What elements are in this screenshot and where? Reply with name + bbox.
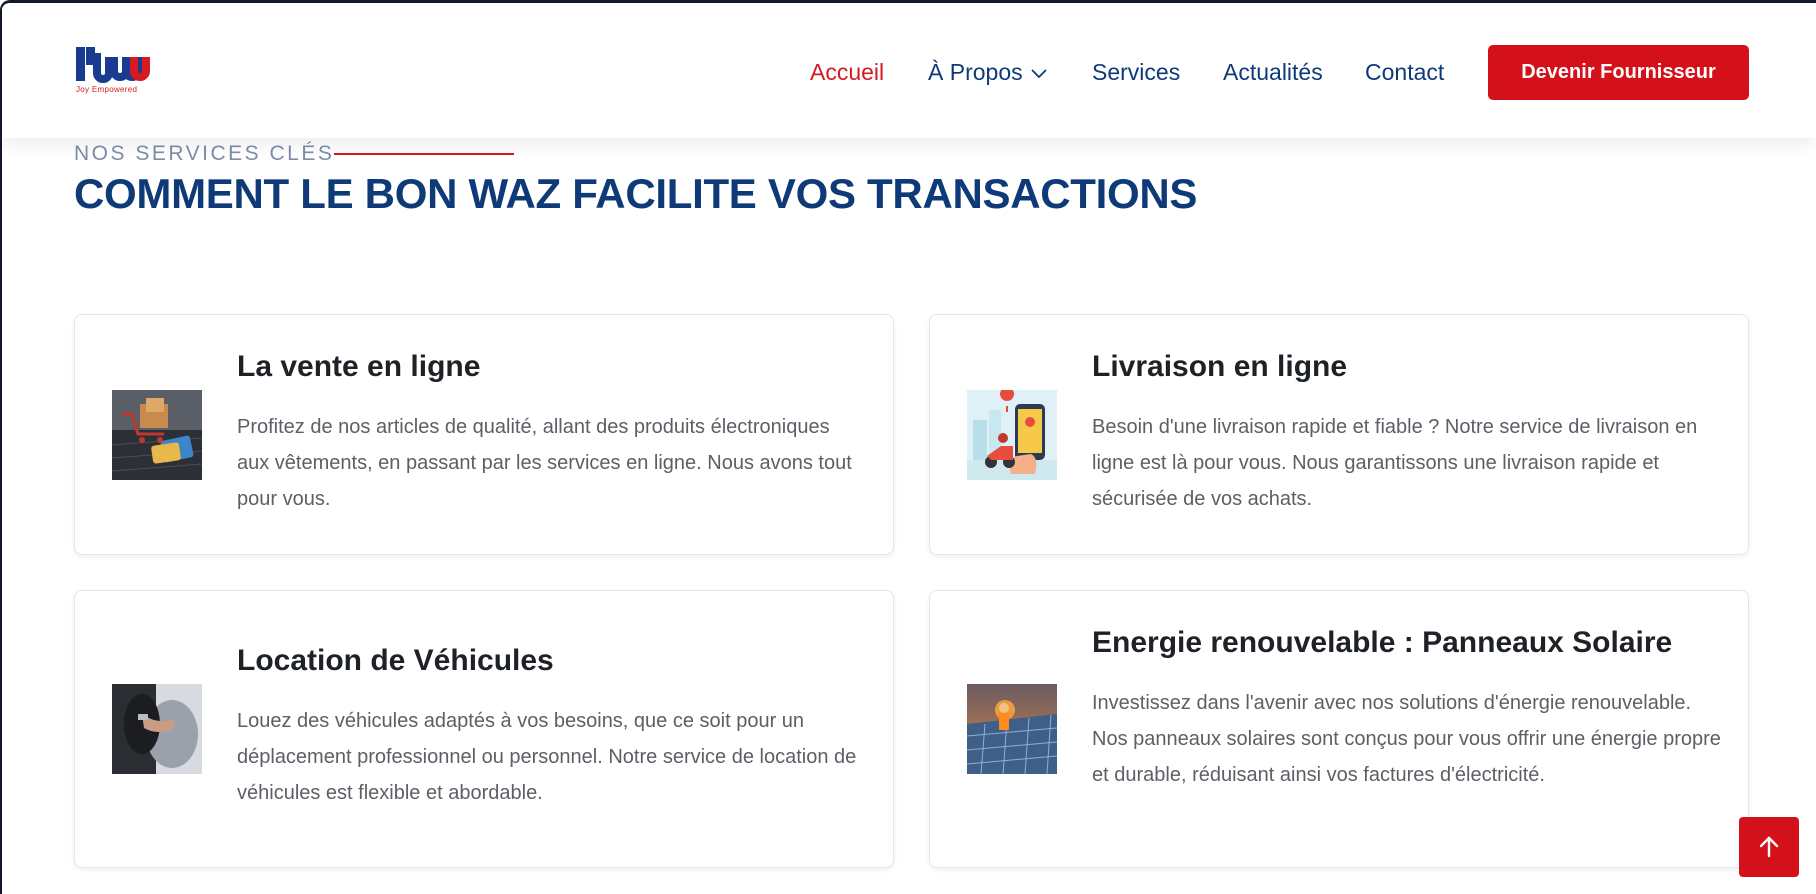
card-text: Besoin d'une livraison rapide et fiable … bbox=[1092, 416, 1698, 510]
nav-item-contact[interactable]: Contact bbox=[1365, 57, 1444, 87]
service-card-online-delivery[interactable]: Livraison en ligne Besoin d'une livraiso… bbox=[929, 314, 1749, 555]
card-title: Energie renouvelable : Panneaux Solaire bbox=[1092, 626, 1673, 659]
become-supplier-button[interactable]: Devenir Fournisseur bbox=[1488, 45, 1749, 100]
section-eyebrow: NOS SERVICES CLÉS bbox=[74, 142, 335, 165]
back-to-top-button[interactable] bbox=[1739, 817, 1799, 877]
delivery-image bbox=[967, 390, 1057, 480]
nav-item-accueil[interactable]: Accueil bbox=[810, 57, 884, 87]
arrow-up-icon bbox=[1759, 836, 1779, 858]
nav-item-a-propos-label: À Propos bbox=[928, 59, 1023, 85]
nav-item-actualites[interactable]: Actualités bbox=[1223, 57, 1323, 87]
service-card-renewable-energy[interactable]: Energie renouvelable : Panneaux Solaire … bbox=[929, 590, 1749, 868]
section-title: COMMENT LE BON WAZ FACILITE VOS TRANSACT… bbox=[74, 170, 1198, 217]
page-frame: Joy Empowered Accueil À Propos Services … bbox=[0, 0, 1816, 894]
car-rental-image bbox=[112, 684, 202, 774]
nav-item-services[interactable]: Services bbox=[1092, 57, 1180, 87]
card-title: Location de Véhicules bbox=[237, 644, 554, 677]
service-card-online-sales[interactable]: La vente en ligne Profitez de nos articl… bbox=[74, 314, 894, 555]
card-text: Profitez de nos articles de qualité, all… bbox=[237, 416, 852, 510]
nav-item-a-propos[interactable]: À Propos bbox=[928, 57, 1047, 87]
online-shopping-image bbox=[112, 390, 202, 480]
service-card-vehicle-rental[interactable]: Location de Véhicules Louez des véhicule… bbox=[74, 590, 894, 868]
card-text: Investissez dans l'avenir avec nos solut… bbox=[1092, 692, 1721, 786]
eyebrow-divider bbox=[334, 153, 514, 155]
card-title: La vente en ligne bbox=[237, 350, 481, 383]
site-header: Joy Empowered Accueil À Propos Services … bbox=[2, 3, 1816, 138]
solar-panel-image bbox=[967, 684, 1057, 774]
card-title: Livraison en ligne bbox=[1092, 350, 1348, 383]
card-text: Louez des véhicules adaptés à vos besoin… bbox=[237, 710, 857, 804]
chevron-down-icon bbox=[1030, 69, 1047, 79]
